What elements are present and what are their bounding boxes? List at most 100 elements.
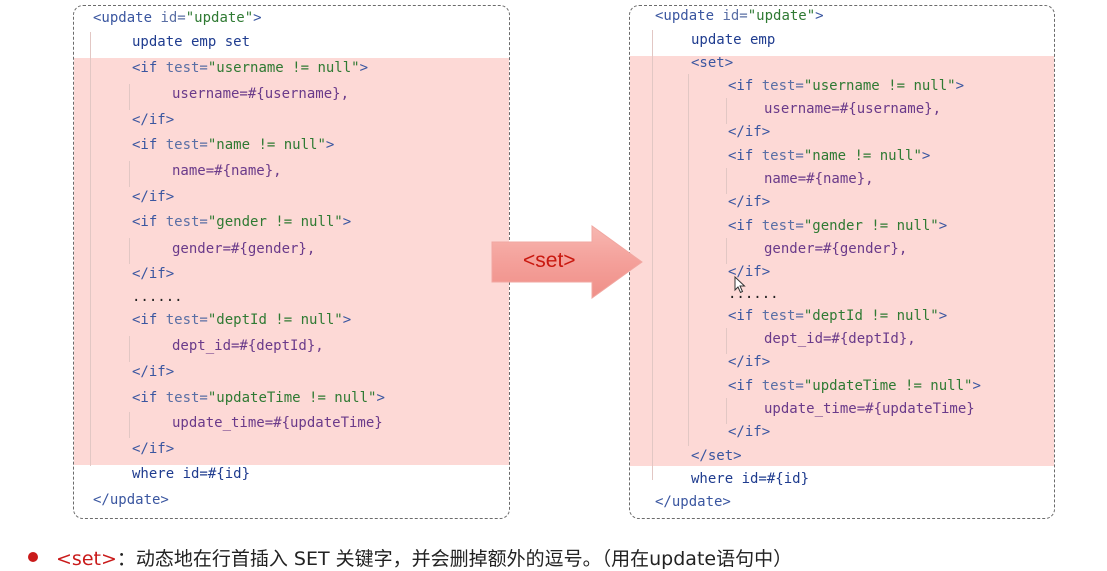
code-line: </if>: [132, 266, 174, 282]
code-token: update emp: [691, 32, 776, 48]
code-token: test=: [761, 78, 804, 94]
code-token: gender=#{gender},: [172, 241, 316, 257]
indent-guide: [726, 398, 727, 424]
arrow-label: <set>: [523, 249, 576, 272]
code-line: dept_id=#{deptId},: [172, 338, 324, 354]
code-token: </update>: [655, 494, 731, 510]
code-token: "update": [185, 10, 254, 26]
code-line: update_time=#{updateTime}: [764, 401, 975, 417]
code-token: <if: [132, 60, 166, 76]
code-token: test=: [165, 60, 208, 76]
code-token: "gender != null": [803, 218, 939, 234]
code-token: <if: [728, 378, 762, 394]
code-line: </if>: [728, 124, 770, 140]
code-token: <if: [728, 308, 762, 324]
code-token: </if>: [132, 189, 175, 205]
code-token: <if: [728, 78, 762, 94]
code-token: "username != null": [207, 60, 360, 76]
code-line: </if>: [728, 424, 770, 440]
code-line: dept_id=#{deptId},: [764, 331, 916, 347]
code-token: update_time=#{updateTime}: [172, 415, 383, 431]
code-token: <set>: [691, 55, 734, 71]
code-token: </if>: [728, 424, 771, 440]
code-token: <update: [655, 8, 723, 24]
code-line: ......: [132, 289, 183, 305]
code-panel-after: <update id="update" > update emp <set> <if t…: [629, 5, 1055, 519]
code-token: "username != null": [803, 78, 956, 94]
code-line: <update id="update">: [93, 10, 262, 26]
code-line: </if>: [132, 112, 174, 128]
code-token: test=: [761, 378, 804, 394]
code-line: update emp: [691, 32, 775, 48]
code-token: test=: [165, 312, 208, 328]
code-token: >: [376, 390, 385, 406]
code-token: </if>: [728, 124, 771, 140]
code-line: username=#{username},: [764, 101, 941, 117]
code-token: >: [253, 10, 262, 26]
code-token: where id=#{id}: [691, 471, 810, 487]
code-token: </update>: [93, 492, 169, 508]
code-token: </if>: [132, 364, 175, 380]
code-line: </update>: [655, 494, 731, 510]
bullet-dot-icon: [28, 552, 38, 562]
indent-guide: [129, 161, 130, 187]
code-line: </if>: [132, 364, 174, 380]
code-line: </update>: [93, 492, 169, 508]
indent-guide: [688, 74, 689, 446]
code-token: "name != null": [207, 137, 326, 153]
code-token: <if: [132, 390, 166, 406]
code-line: username=#{username},: [172, 86, 349, 102]
code-token: <if: [728, 148, 762, 164]
code-token: username=#{username},: [764, 101, 942, 117]
code-token: test=: [761, 308, 804, 324]
code-token: test=: [165, 390, 208, 406]
code-token: <if: [728, 218, 762, 234]
code-line: gender=#{gender},: [764, 241, 907, 257]
code-line: <if test="name != null">: [132, 137, 334, 153]
code-line: <if test="username != null">: [728, 78, 964, 94]
code-line: <set>: [691, 55, 733, 71]
code-token: id=: [160, 10, 186, 26]
code-token: "name != null": [803, 148, 922, 164]
footnote-text: ：动态地在行首插入 SET 关键字，并会删掉额外的逗号。（用在update语句中…: [116, 548, 793, 570]
code-token: dept_id=#{deptId},: [764, 331, 916, 347]
mouse-cursor-icon: [734, 276, 746, 294]
indent-guide: [726, 98, 727, 124]
code-line: <if test="updateTime != null">: [132, 390, 385, 406]
code-token: </if>: [728, 194, 771, 210]
code-token: <if: [132, 137, 166, 153]
code-token: test=: [761, 218, 804, 234]
code-token: <if: [132, 312, 166, 328]
code-line: </if>: [728, 194, 770, 210]
code-token: >: [921, 148, 931, 164]
code-token: </if>: [132, 266, 175, 282]
code-token: test=: [165, 214, 208, 230]
code-token: test=: [761, 148, 804, 164]
code-line: name=#{name},: [764, 171, 874, 187]
code-token: name=#{name},: [764, 171, 874, 187]
code-token: id=: [722, 8, 748, 24]
code-line: </if>: [132, 441, 174, 457]
code-line: <if test="gender != null">: [728, 218, 947, 234]
indent-guide: [129, 336, 130, 362]
code-token: >: [938, 218, 948, 234]
code-line: </set>: [691, 448, 742, 464]
indent-guide: [90, 32, 91, 466]
code-token: >: [359, 60, 369, 76]
indent-guide: [726, 328, 727, 354]
code-token: <update: [93, 10, 161, 26]
code-line: update_time=#{updateTime}: [172, 415, 383, 431]
code-line: <if test="deptId != null">: [132, 312, 351, 328]
code-token: "deptId != null": [207, 312, 343, 328]
footnote: <set>：动态地在行首插入 SET 关键字，并会删掉额外的逗号。（用在upda…: [28, 544, 792, 571]
code-token: >: [342, 312, 352, 328]
indent-guide: [652, 30, 653, 480]
indent-guide: [129, 84, 130, 110]
code-token: </if>: [132, 441, 175, 457]
code-token: "update": [747, 8, 816, 24]
code-line: where id=#{id}: [691, 471, 809, 487]
indent-guide: [129, 238, 130, 264]
code-panel-before: <update id="update"> update emp set <if te…: [73, 5, 510, 519]
code-token: update_time=#{updateTime}: [764, 401, 975, 417]
code-token: username=#{username},: [172, 86, 350, 102]
